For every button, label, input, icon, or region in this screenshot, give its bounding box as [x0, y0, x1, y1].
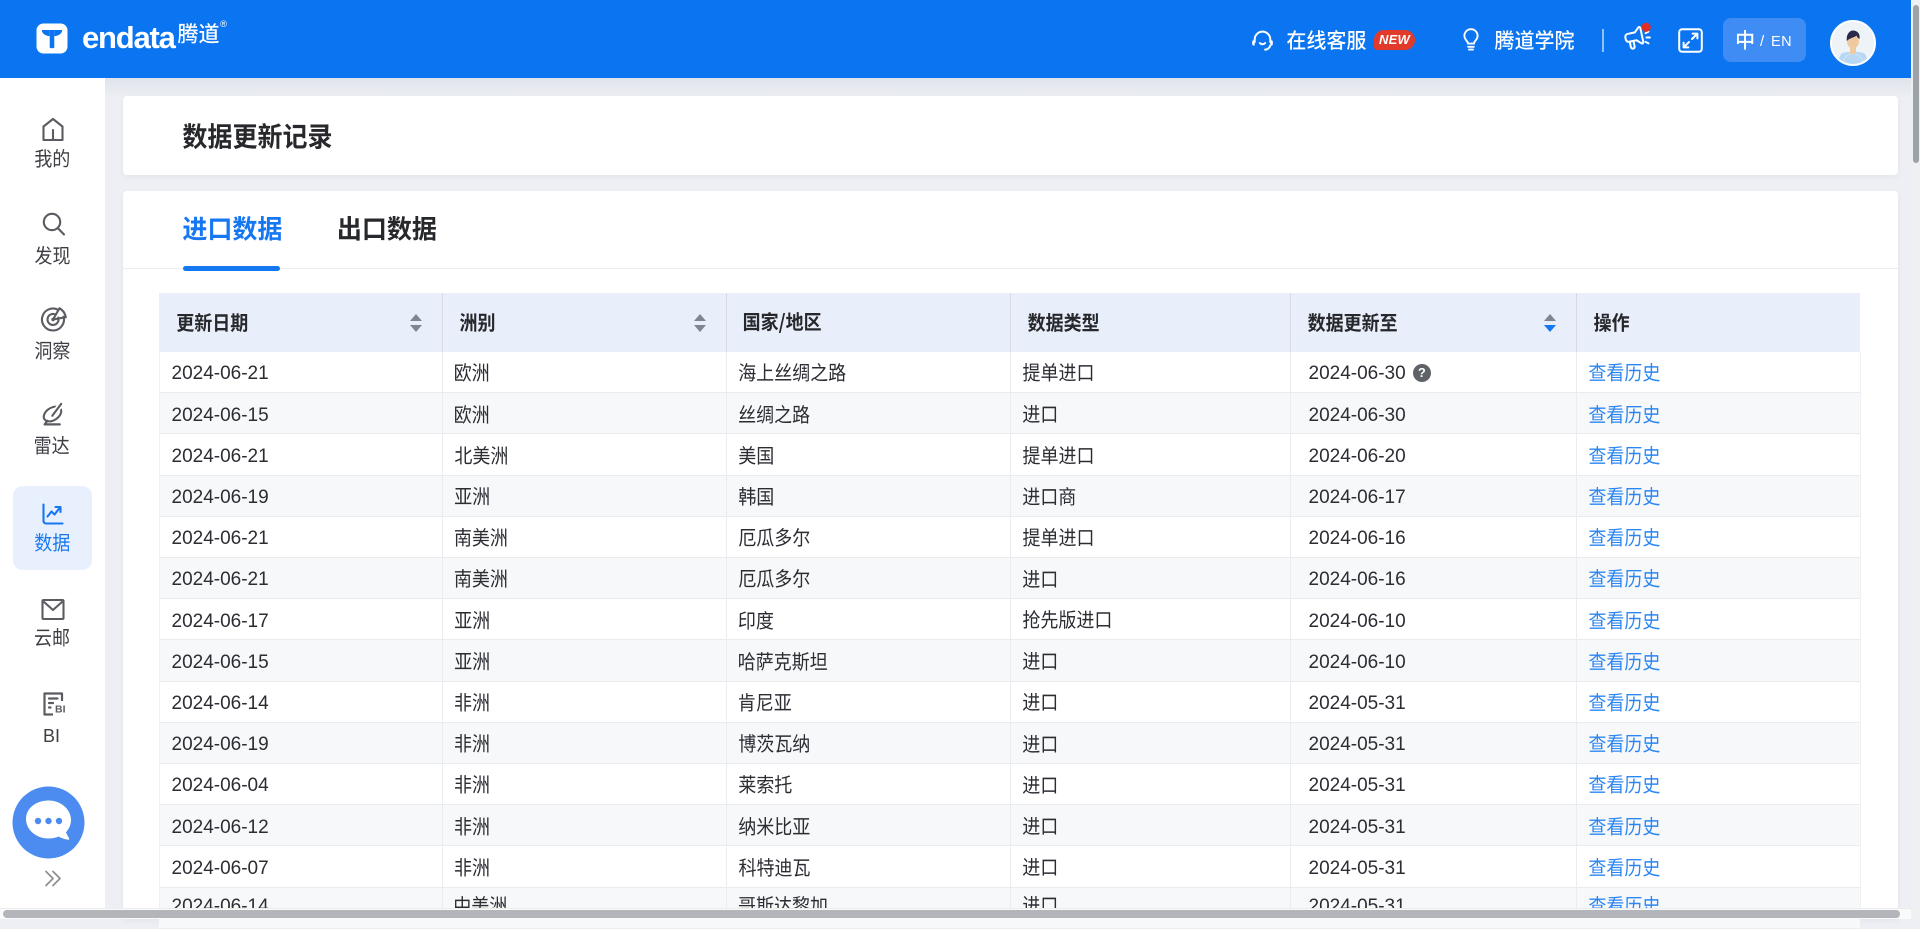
- svg-text:BI: BI: [55, 704, 66, 716]
